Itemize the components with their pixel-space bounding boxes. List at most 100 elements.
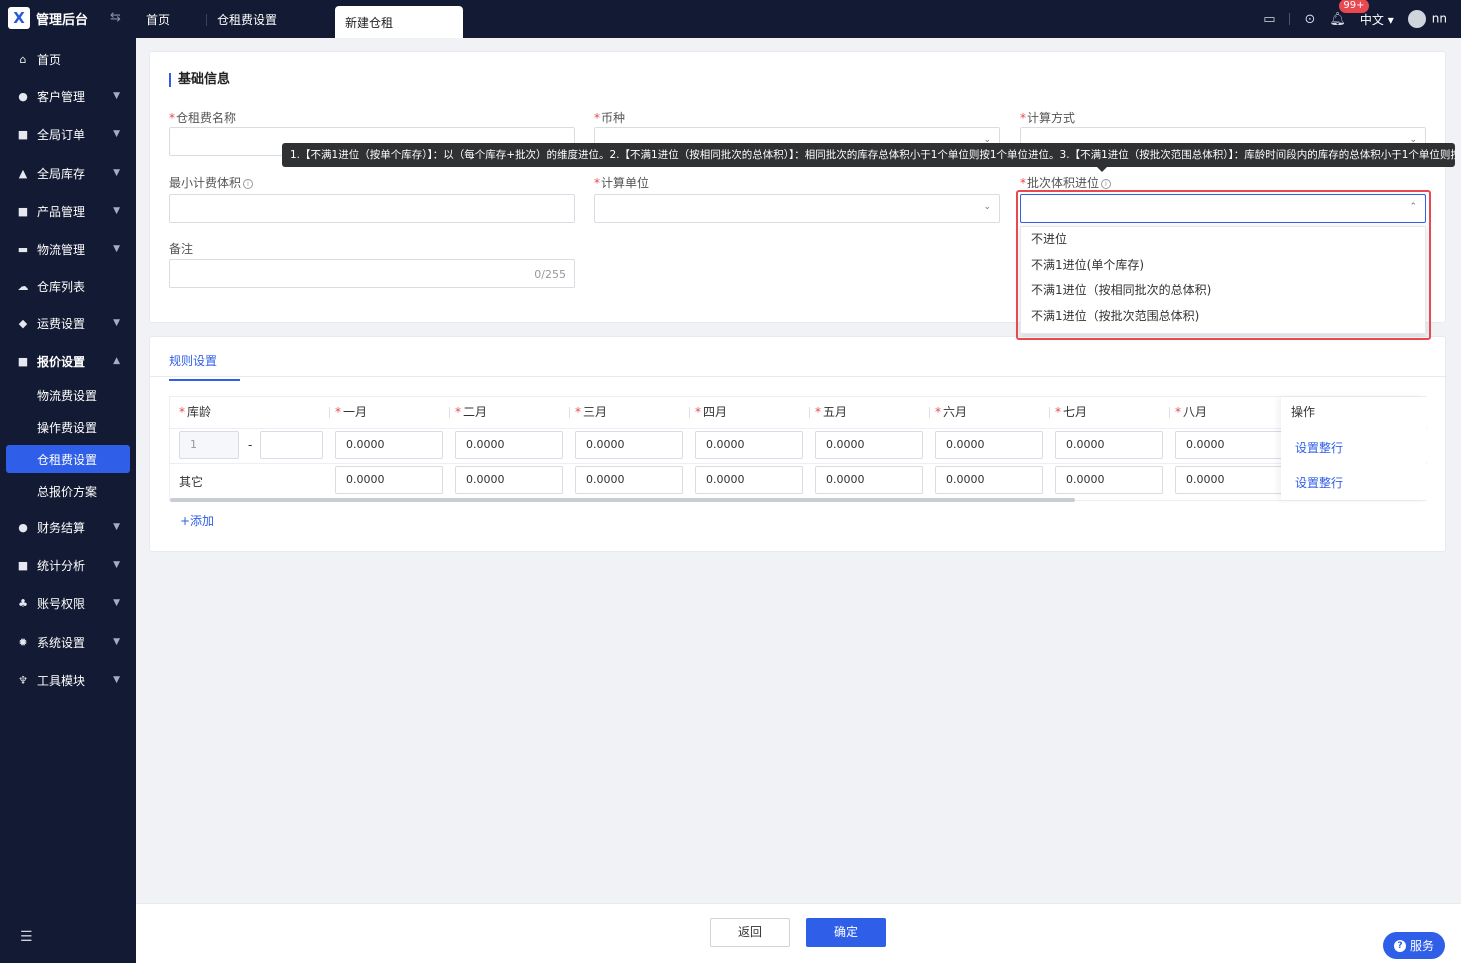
sidebar-item-logistics[interactable]: ▬ 物流管理 ▼ xyxy=(0,234,136,264)
chevron-down-icon: ▼ xyxy=(113,206,120,216)
jun-other-input[interactable]: 0.0000 xyxy=(935,466,1043,494)
username: nn xyxy=(1431,11,1447,26)
jul-other-input[interactable]: 0.0000 xyxy=(1055,466,1163,494)
column-header-apr-label: 四月 xyxy=(703,405,728,419)
dropdown-option[interactable]: 不满1进位(单个库存) xyxy=(1021,253,1425,279)
notification[interactable]: 🔔︎ 99+ xyxy=(1329,0,1369,27)
swap-icon[interactable]: ⇆ xyxy=(110,10,121,25)
back-button[interactable]: 返回 xyxy=(710,918,790,947)
aug-value-input[interactable]: 0.0000 xyxy=(1175,431,1283,459)
language-label: 中文 xyxy=(1359,12,1384,27)
chevron-up-icon: ▲ xyxy=(113,356,120,366)
info-icon[interactable]: i xyxy=(243,179,254,189)
feb-value-input[interactable]: 0.0000 xyxy=(455,431,563,459)
tab-home[interactable]: 首页 xyxy=(136,0,206,38)
divider xyxy=(1289,13,1291,25)
required-mark: * xyxy=(1175,405,1181,419)
sidebar-item-home[interactable]: ⌂ 首页 xyxy=(0,44,136,74)
dropdown-option[interactable]: 不满1进位（按批次范围总体积) xyxy=(1021,304,1425,330)
batch-round-label: *批次体积进位 i xyxy=(1020,174,1112,191)
set-row-link[interactable]: 设置整行 xyxy=(1295,439,1343,456)
age-start-input[interactable]: 1 xyxy=(179,431,239,459)
sidebar-item-products[interactable]: ■ 产品管理 ▼ xyxy=(0,196,136,226)
confirm-button[interactable]: 确定 xyxy=(806,918,886,947)
chevron-up-icon: ⌃ xyxy=(1409,202,1417,212)
settings-icon: ✹ xyxy=(18,635,28,649)
sidebar-subitem-operation-fee[interactable]: 操作费设置 xyxy=(6,413,130,441)
customer-icon: ● xyxy=(18,89,28,103)
rent-name-label-text: 仓租费名称 xyxy=(176,111,237,125)
required-mark: * xyxy=(575,405,581,419)
aug-other-input[interactable]: 0.0000 xyxy=(1175,466,1283,494)
download-icon[interactable]: ⊙ xyxy=(1304,12,1315,27)
sidebar-subitem-warehouse-rent[interactable]: 仓租费设置 xyxy=(6,445,130,473)
chevron-down-icon: ▼ xyxy=(113,560,120,570)
account-icon: ♣ xyxy=(18,596,28,610)
bell-icon[interactable]: 🔔︎ xyxy=(1329,12,1346,27)
tool-icon: ♆ xyxy=(18,673,28,687)
tab-warehouse-rent-settings[interactable]: 仓租费设置 xyxy=(207,0,325,38)
apr-value-input[interactable]: 0.0000 xyxy=(695,431,803,459)
other-row-label: 其它 xyxy=(179,475,204,489)
jan-other-input[interactable]: 0.0000 xyxy=(335,466,443,494)
dropdown-option[interactable]: 不满1进位（按相同批次的总体积) xyxy=(1021,278,1425,304)
remark-input[interactable]: 0/255 xyxy=(169,259,575,288)
remark-counter: 0/255 xyxy=(534,268,566,281)
column-header-age: * 库龄 xyxy=(179,397,211,428)
min-volume-label: 最小计费体积 i xyxy=(169,174,254,191)
sidebar-item-system[interactable]: ✹ 系统设置 ▼ xyxy=(0,627,136,657)
rules-card: 规则设置 * 库龄 * 一月 * 二月 * 三月 * 四月 * 五月 * 六月 * 七月 * 八月 xyxy=(149,336,1447,552)
sidebar-subitem-total-quote[interactable]: 总报价方案 xyxy=(6,477,130,505)
sidebar-item-label: 客户管理 xyxy=(37,89,86,104)
info-icon[interactable]: i xyxy=(1101,179,1112,189)
inbox-icon[interactable]: ▭ xyxy=(1263,12,1275,27)
min-volume-input[interactable] xyxy=(169,194,575,223)
may-value-input[interactable]: 0.0000 xyxy=(815,431,923,459)
user-menu[interactable]: nn xyxy=(1407,10,1447,28)
add-row-link[interactable]: +添加 xyxy=(180,512,214,529)
may-other-input[interactable]: 0.0000 xyxy=(815,466,923,494)
sidebar-item-orders[interactable]: ■ 全局订单 ▼ xyxy=(0,119,136,149)
min-volume-label-text: 最小计费体积 xyxy=(169,176,242,190)
column-divider xyxy=(1049,407,1050,418)
sidebar-item-tools[interactable]: ♆ 工具模块 ▼ xyxy=(0,665,136,695)
menu-toggle-icon[interactable]: ☰ xyxy=(20,929,33,945)
apr-other-input[interactable]: 0.0000 xyxy=(695,466,803,494)
age-end-input[interactable] xyxy=(260,431,323,459)
horizontal-scrollbar[interactable] xyxy=(170,498,1075,502)
language-select[interactable]: 中文 ▾ xyxy=(1360,11,1394,28)
sidebar-item-stats[interactable]: ■ 统计分析 ▼ xyxy=(0,550,136,580)
chevron-down-icon: ▼ xyxy=(113,318,120,328)
jan-value-input[interactable]: 0.0000 xyxy=(335,431,443,459)
set-row-link[interactable]: 设置整行 xyxy=(1295,474,1343,491)
service-button[interactable]: ? 服务 xyxy=(1383,932,1445,959)
jul-value-input[interactable]: 0.0000 xyxy=(1055,431,1163,459)
chevron-down-icon: ▼ xyxy=(113,637,120,647)
sidebar-item-label: 统计分析 xyxy=(37,558,86,573)
sidebar-item-customer[interactable]: ● 客户管理 ▼ xyxy=(0,81,136,111)
tab-new-warehouse-rent[interactable]: 新建仓租 xyxy=(335,6,463,38)
sidebar-item-accounts[interactable]: ♣ 账号权限 ▼ xyxy=(0,588,136,618)
column-divider xyxy=(569,407,570,418)
mar-other-input[interactable]: 0.0000 xyxy=(575,466,683,494)
chevron-down-icon: ▼ xyxy=(113,598,120,608)
required-mark: * xyxy=(1020,176,1026,190)
dropdown-option[interactable]: 不进位 xyxy=(1021,227,1425,253)
sidebar-item-inventory[interactable]: ▲ 全局库存 ▼ xyxy=(0,158,136,188)
sidebar-item-finance[interactable]: ● 财务结算 ▼ xyxy=(0,512,136,542)
jun-value-input[interactable]: 0.0000 xyxy=(935,431,1043,459)
sidebar-subitem-logistics-fee[interactable]: 物流费设置 xyxy=(6,381,130,409)
service-label: 服务 xyxy=(1409,939,1434,953)
sidebar-item-warehouses[interactable]: ☁ 仓库列表 xyxy=(0,271,136,301)
column-header-feb: * 二月 xyxy=(455,397,487,428)
calc-unit-select[interactable]: ⌄ xyxy=(594,194,1000,223)
sidebar-item-freight[interactable]: ◆ 运费设置 ▼ xyxy=(0,308,136,338)
section-title: 基础信息 xyxy=(169,73,230,87)
batch-round-select[interactable]: ⌃ xyxy=(1020,194,1426,223)
sidebar-item-quotes[interactable]: ■ 报价设置 ▲ xyxy=(0,346,136,376)
mar-value-input[interactable]: 0.0000 xyxy=(575,431,683,459)
sidebar-item-label: 产品管理 xyxy=(37,204,86,219)
app-root: X 管理后台 ⇆ 首页 仓租费设置 新建仓租 ▭ ⊙ 🔔︎ 99+ 中文 ▾ n… xyxy=(0,0,1461,963)
column-header-jul: * 七月 xyxy=(1055,397,1087,428)
feb-other-input[interactable]: 0.0000 xyxy=(455,466,563,494)
